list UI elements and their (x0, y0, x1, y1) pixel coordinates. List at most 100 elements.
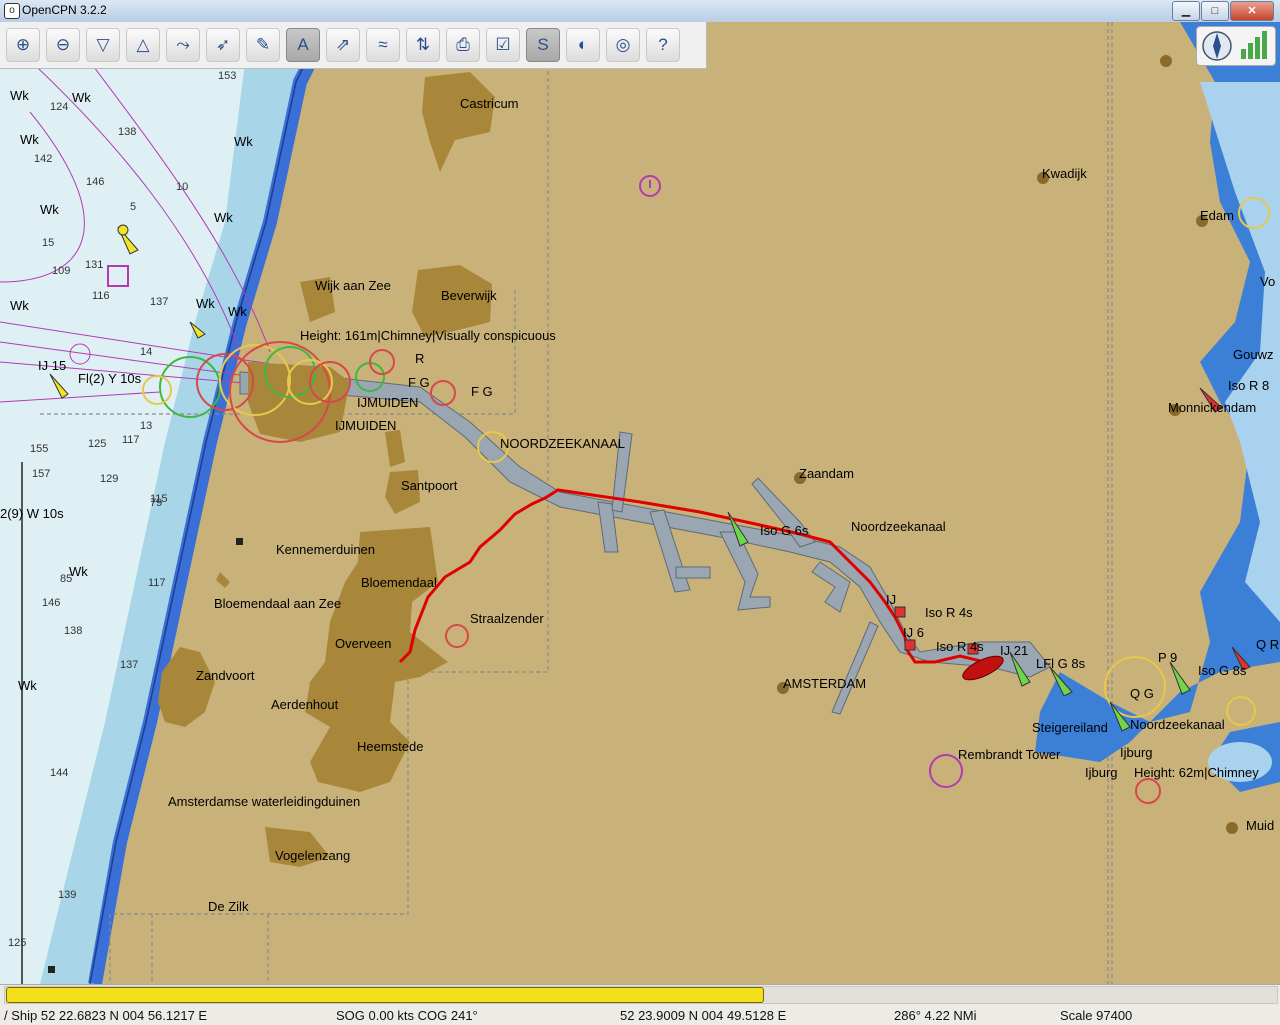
label-noordzeekanaal-2: Noordzeekanaal (851, 519, 946, 534)
svg-text:Wk: Wk (20, 132, 39, 147)
chart-canvas[interactable]: Castricum Kwadijk Edam Wa Vo Gouwz Iso R… (0, 22, 1280, 984)
route-manager-button[interactable]: ☑ (486, 28, 520, 62)
label-height-62: Height: 62m|Chimney (1134, 765, 1259, 780)
lifebuoy-icon: ◎ (615, 35, 631, 54)
title-bar: o OpenCPN 3.2.2 ▁ □ ✕ (0, 0, 1280, 23)
svg-text:Wk: Wk (10, 298, 29, 313)
chart-quilt-button[interactable]: ⇅ (406, 28, 440, 62)
depth-sounding: 15 (42, 237, 54, 249)
compass-gps-widget[interactable] (1196, 26, 1276, 66)
printer-icon: ⎙ (456, 35, 470, 54)
scale-in-icon: ▽ (96, 35, 110, 54)
depth-sounding: 5 (130, 201, 136, 213)
tide-button[interactable]: ≈ (366, 28, 400, 62)
current-button[interactable]: ⇗ (326, 28, 360, 62)
label-zaandam: Zaandam (799, 466, 854, 481)
text-icon: A (297, 35, 309, 54)
depth-sounding: 146 (86, 176, 104, 188)
maximize-button[interactable]: □ (1201, 1, 1229, 21)
label-ijmuiden2: IJMUIDEN (335, 418, 396, 433)
label-ijmuiden1: IJMUIDEN (357, 395, 418, 410)
label-zandvoort: Zandvoort (196, 668, 255, 683)
sun-icon: ◐ (577, 35, 589, 54)
label-overveen: Overveen (335, 636, 391, 651)
text-button[interactable]: A (286, 28, 320, 62)
label-ij: IJ (886, 592, 896, 607)
depth-sounding: 79 (150, 497, 162, 509)
chart-scale: Scale 97400 (1060, 1008, 1133, 1023)
label-kennemerduinen: Kennemerduinen (276, 542, 375, 557)
help-button[interactable]: ? (646, 28, 680, 62)
auto-follow-button[interactable]: ➶ (206, 28, 240, 62)
bearing-distance: 286° 4.22 NMi (894, 1008, 977, 1023)
depth-sounding: 117 (148, 577, 166, 589)
minimize-button[interactable]: ▁ (1172, 1, 1200, 21)
mob-button[interactable]: ◎ (606, 28, 640, 62)
label-straalzender: Straalzender (470, 611, 544, 626)
zoom-in-button[interactable]: ⊕ (6, 28, 40, 62)
label-vogelenzang: Vogelenzang (275, 848, 350, 863)
close-button[interactable]: ✕ (1230, 1, 1274, 21)
label-iso-g8: Iso G 8s (1198, 663, 1247, 678)
svg-text:Wk: Wk (40, 202, 59, 217)
label-amsterdam: AMSTERDAM (783, 676, 866, 691)
label-castricum: Castricum (460, 96, 519, 111)
label-ijburg-1: Ijburg (1120, 745, 1153, 760)
scale-out-icon: △ (136, 35, 150, 54)
wrench-icon: ✎ (255, 35, 271, 54)
depth-sounding: 144 (50, 767, 68, 779)
scale-out-button[interactable]: △ (126, 28, 160, 62)
label-iso-g6: Iso G 6s (760, 523, 809, 538)
ship-icon: ➶ (215, 35, 231, 54)
sog-cog: SOG 0.00 kts COG 241° (336, 1008, 478, 1023)
label-ij21: IJ 21 (1000, 643, 1028, 658)
status-bar: / Ship 52 22.6823 N 004 56.1217 E SOG 0.… (0, 984, 1280, 1025)
magnifier-minus-icon: ⊖ (55, 35, 71, 54)
label-q-r: Q R (1256, 637, 1279, 652)
label-bloemendaal-zee: Bloemendaal aan Zee (214, 596, 341, 611)
label-aerdenhout: Aerdenhout (271, 697, 339, 712)
depth-sounding: 124 (50, 101, 68, 113)
svg-text:Wk: Wk (10, 88, 29, 103)
depth-sounding: 138 (118, 126, 136, 138)
depth-sounding: 13 (140, 420, 152, 432)
track-icon: S (537, 35, 549, 54)
magnifier-plus-icon: ⊕ (15, 35, 31, 54)
route-button[interactable]: ⤳ (166, 28, 200, 62)
cursor-position: 52 23.9009 N 004 49.5128 E (620, 1008, 787, 1023)
label-heemstede: Heemstede (357, 739, 423, 754)
depth-sounding: 142 (34, 153, 52, 165)
depth-sounding: 117 (122, 434, 140, 446)
label-noordzeekanaal-3: Noordzeekanaal (1130, 717, 1225, 732)
label-iso-r8: Iso R 8 (1228, 378, 1269, 393)
print-button[interactable]: ⎙ (446, 28, 480, 62)
svg-text:Wk: Wk (18, 678, 37, 693)
label-noordzeekanaal-1: NOORDZEEKANAAL (500, 436, 625, 451)
label-fl2: Fl(2) Y 10s (78, 371, 142, 386)
svg-text:Wk: Wk (214, 210, 233, 225)
depth-sounding: 129 (100, 473, 118, 485)
scale-in-button[interactable]: ▽ (86, 28, 120, 62)
label-ijburg-2: Ijburg (1085, 765, 1118, 780)
color-scheme-button[interactable]: ◐ (566, 28, 600, 62)
label-awd: Amsterdamse waterleidingduinen (168, 794, 360, 809)
route-icon: ⤳ (176, 35, 190, 54)
depth-sounding: 137 (120, 659, 138, 671)
zoom-out-button[interactable]: ⊖ (46, 28, 80, 62)
label-edam: Edam (1200, 208, 1234, 223)
label-wijk-aan-zee: Wijk aan Zee (315, 278, 391, 293)
route-manager-icon: ☑ (495, 35, 511, 54)
svg-text:Wk: Wk (72, 90, 91, 105)
label-ij6: IJ 6 (903, 625, 924, 640)
settings-button[interactable]: ✎ (246, 28, 280, 62)
label-rembrandt: Rembrandt Tower (958, 747, 1061, 762)
depth-sounding: 139 (58, 889, 76, 901)
depth-sounding: 155 (30, 443, 48, 455)
depth-sounding: 116 (92, 290, 110, 302)
main-toolbar: ⊕ ⊖ ▽ △ ⤳ ➶ ✎ A ⇗ ≈ ⇅ ⎙ ☑ S ◐ ◎? (0, 22, 707, 69)
track-button[interactable]: S (526, 28, 560, 62)
label-santpoort: Santpoort (401, 478, 458, 493)
label-vo: Vo (1260, 274, 1275, 289)
chart-load-progress (6, 987, 764, 1003)
depth-sounding: 125 (88, 438, 106, 450)
